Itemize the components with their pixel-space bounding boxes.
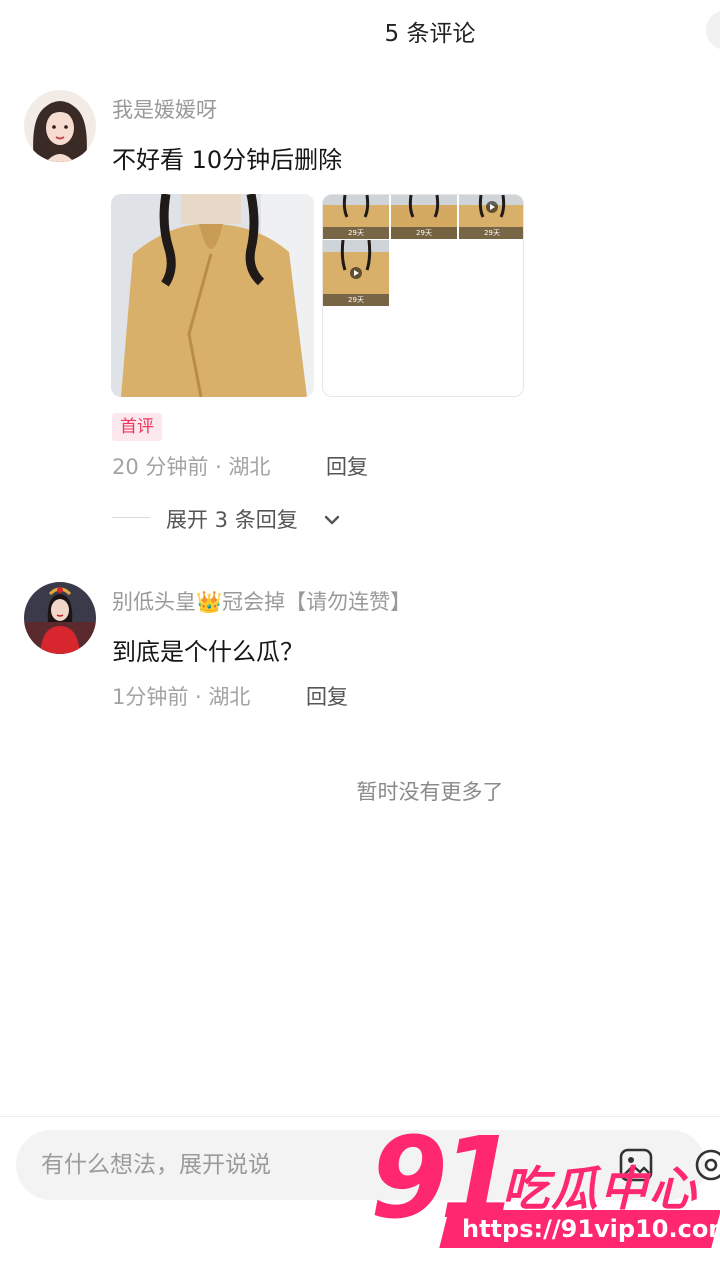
no-more-comments-note: 暂时没有更多了: [356, 780, 504, 804]
thumbnail-caption: 29天: [323, 294, 389, 306]
avatar[interactable]: [24, 90, 96, 162]
first-comment-badge: 首评: [112, 413, 162, 441]
comment-username[interactable]: 别低头皇👑冠会掉【请勿连赞】: [112, 586, 411, 616]
comment-meta: 20 分钟前 · 湖北: [112, 455, 271, 479]
play-icon: [350, 267, 362, 279]
comments-header: 5 条评论: [0, 0, 720, 60]
avatar[interactable]: [24, 582, 96, 654]
video-thumbnail[interactable]: 29天: [391, 195, 457, 239]
watermark: 91 吃瓜中心 https://91vip10.com: [368, 1116, 720, 1266]
avatar-image: [24, 582, 96, 654]
crown-emoji: 👑: [196, 590, 223, 614]
chevron-down-icon[interactable]: [322, 510, 342, 530]
reply-button[interactable]: 回复: [306, 681, 348, 711]
comment-username[interactable]: 我是媛媛呀: [112, 94, 217, 124]
comments-count-title: 5 条评论: [384, 21, 476, 47]
thumbnail-caption: 29天: [323, 227, 389, 239]
comment-meta: 1分钟前 · 湖北: [112, 685, 251, 709]
thumbnail-caption: 29天: [391, 227, 457, 239]
video-thumbnail[interactable]: 29天: [459, 195, 523, 239]
video-thumbnail[interactable]: 29天: [323, 240, 389, 306]
video-thumbnail[interactable]: 29天: [323, 195, 389, 239]
comment-text: 到底是个什么瓜？: [112, 638, 304, 666]
username-prefix: 别低头皇: [112, 590, 196, 614]
reply-button[interactable]: 回复: [326, 451, 368, 481]
comment-text: 不好看 10分钟后删除: [112, 146, 343, 174]
watermark-url: https://91vip10.com: [462, 1215, 720, 1243]
photo-collage[interactable]: 29天 29天 29天 29天: [322, 194, 524, 397]
comment-photo[interactable]: [111, 194, 314, 397]
play-icon: [486, 201, 498, 213]
watermark-text: 吃瓜中心: [502, 1162, 698, 1217]
thumbnail-caption: 29天: [459, 227, 523, 239]
username-suffix: 冠会掉【请勿连赞】: [222, 590, 412, 614]
divider: [112, 517, 150, 518]
expand-replies-button[interactable]: 展开 3 条回复: [166, 504, 298, 534]
avatar-image: [24, 90, 96, 162]
photo-image: [111, 194, 314, 397]
